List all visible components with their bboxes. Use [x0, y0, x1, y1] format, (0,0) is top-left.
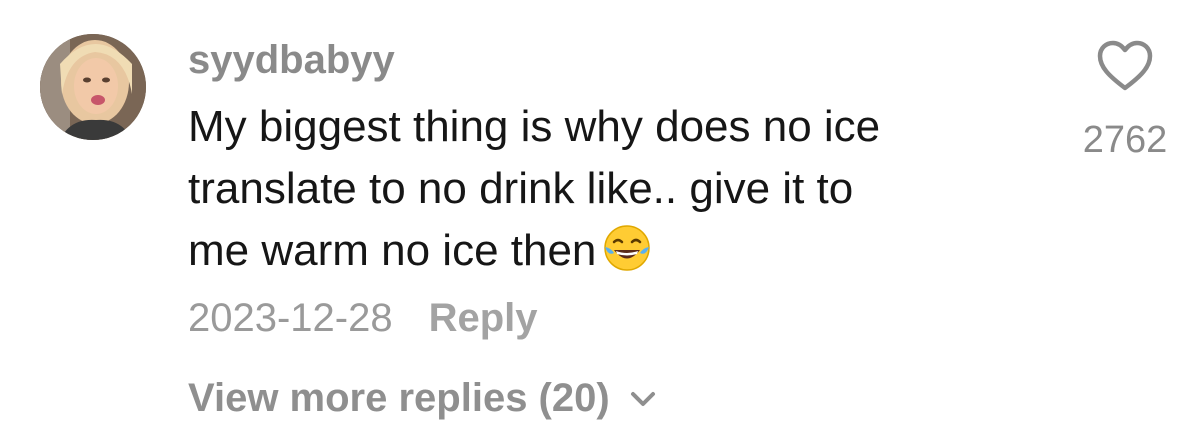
username[interactable]: syydbabyy [188, 34, 395, 86]
comment-date: 2023-12-28 [188, 296, 393, 340]
tears-of-joy-emoji-icon [604, 225, 651, 271]
view-more-replies-label: View more replies (20) [188, 376, 610, 420]
comment-item: syydbabyy My biggest thing is why does n… [0, 0, 1200, 443]
like-count: 2762 [1082, 119, 1168, 161]
comment-text-line: translate to no drink like.. give it to [188, 164, 854, 213]
avatar[interactable] [40, 34, 146, 140]
comment-meta: 2023-12-28 Reply [188, 292, 538, 344]
like-control: 2762 [1070, 38, 1180, 162]
comment-text: My biggest thing is why does no ice tran… [188, 96, 1028, 282]
view-more-replies-button[interactable]: View more replies (20) [188, 372, 658, 424]
avatar-image [40, 34, 146, 140]
comment-text-line: My biggest thing is why does no ice [188, 102, 881, 151]
comment-text-line-content: me warm no ice then [188, 226, 597, 275]
heart-outline-icon[interactable] [1095, 38, 1155, 94]
reply-button[interactable]: Reply [429, 296, 538, 340]
chevron-down-icon [630, 392, 655, 406]
comment-text-line: me warm no ice then [188, 220, 1028, 282]
